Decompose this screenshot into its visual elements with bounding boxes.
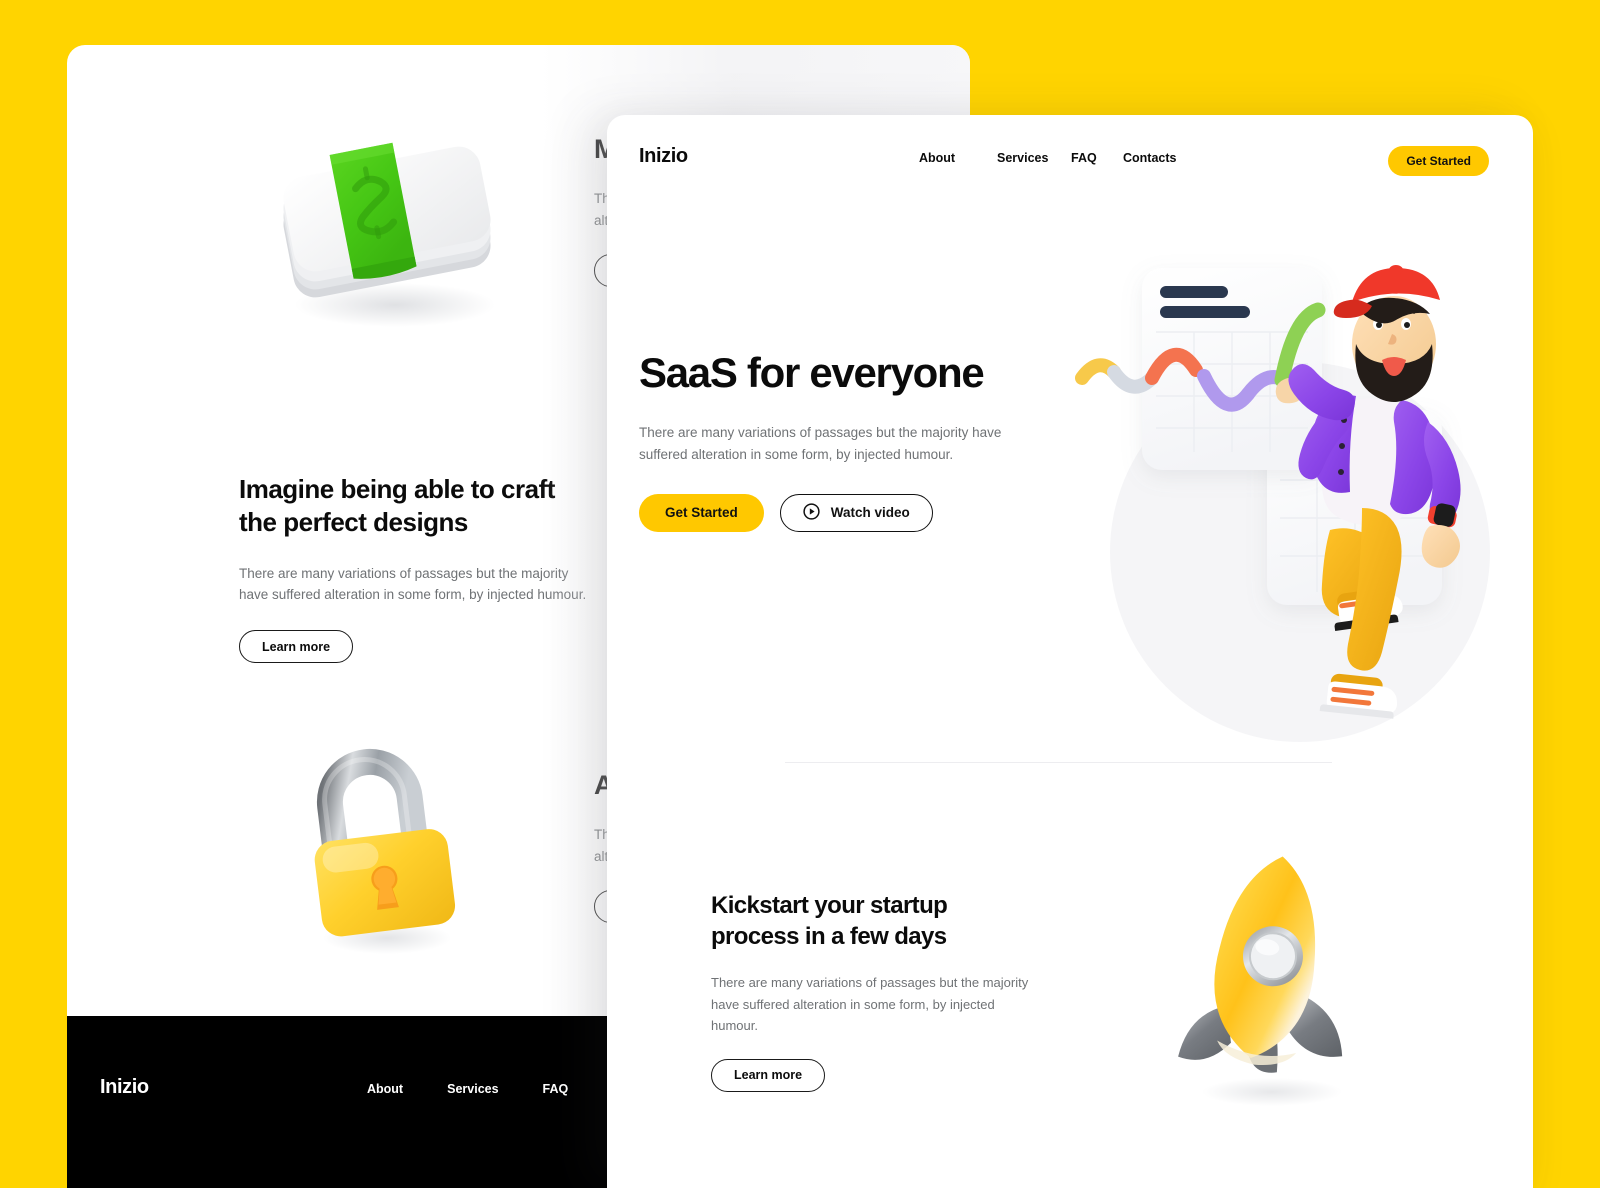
- footer-logo: Inizio: [100, 1076, 149, 1098]
- main-nav: About Services FAQ Contacts: [919, 151, 1183, 165]
- section-divider: [785, 762, 1332, 763]
- feature-section: Kickstart your startup process in a few …: [711, 890, 1041, 1092]
- back-card-heading-designs: Imagine being able to craft the perfect …: [239, 474, 555, 538]
- play-circle-icon: [803, 503, 820, 523]
- feature-learn-more-button[interactable]: Learn more: [711, 1058, 826, 1092]
- hero-get-started-button[interactable]: Get Started: [639, 493, 764, 532]
- money-stack-3d-icon: [263, 127, 513, 337]
- back-card-body-designs: There are many variations of passages bu…: [239, 565, 587, 603]
- feature-body: There are many variations of passages bu…: [711, 975, 1029, 1033]
- nav-item-about[interactable]: About: [919, 151, 997, 165]
- brand-logo[interactable]: Inizio: [639, 145, 688, 168]
- nav-item-contacts[interactable]: Contacts: [1123, 151, 1183, 165]
- footer-nav-item-about[interactable]: About: [367, 1082, 403, 1096]
- watch-video-label: Watch video: [830, 505, 910, 521]
- hero-body: There are many variations of passages bu…: [639, 425, 1002, 463]
- footer-nav-item-faq[interactable]: FAQ: [543, 1082, 569, 1096]
- site-header: Inizio About Services FAQ Contacts Get S…: [607, 115, 1533, 205]
- padlock-3d-icon: [295, 723, 465, 958]
- watch-video-button[interactable]: Watch video: [779, 493, 933, 532]
- back-card-block-designs: Imagine being able to craft the perfect …: [239, 473, 589, 664]
- nav-item-services[interactable]: Services: [997, 151, 1071, 165]
- header-get-started-button[interactable]: Get Started: [1388, 146, 1489, 176]
- hero-section: SaaS for everyone There are many variati…: [639, 349, 1009, 532]
- hero-heading: SaaS for everyone: [639, 349, 985, 396]
- hero-actions: Get Started Watch video: [639, 493, 1009, 532]
- nav-item-faq[interactable]: FAQ: [1071, 151, 1123, 165]
- footer-nav-item-services[interactable]: Services: [447, 1082, 498, 1096]
- man-with-chart-3d-illustration: [1052, 240, 1512, 785]
- feature-heading: Kickstart your startup process in a few …: [711, 892, 948, 951]
- front-landing-page-card: Inizio About Services FAQ Contacts Get S…: [607, 115, 1533, 1188]
- rocket-3d-icon: [1160, 840, 1380, 1110]
- footer-nav: About Services FAQ: [367, 1082, 568, 1096]
- learn-more-button-designs[interactable]: Learn more: [239, 630, 354, 664]
